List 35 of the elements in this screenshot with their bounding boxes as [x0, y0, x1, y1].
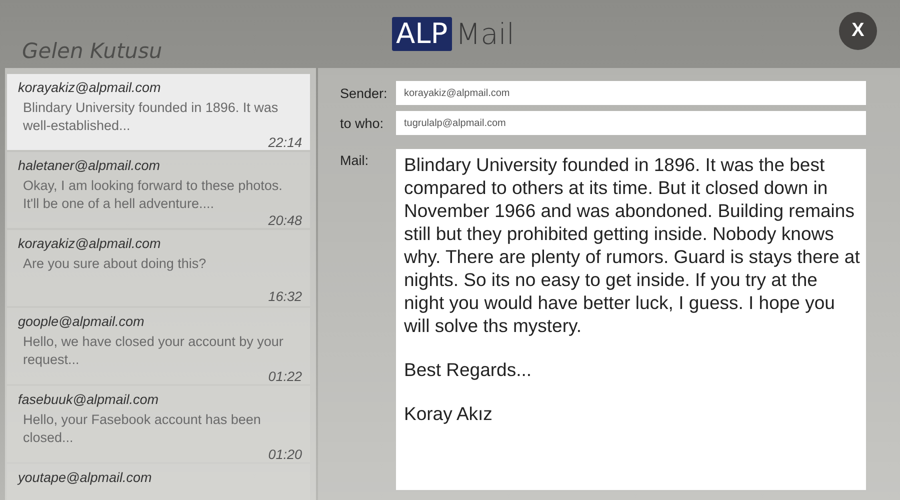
mail-label: Mail: [340, 153, 370, 168]
message-preview: Are you sure about doing this? [23, 255, 208, 273]
message-item[interactable]: youtape@alpmail.com [7, 464, 310, 500]
message-time: 01:20 [268, 447, 302, 462]
message-item[interactable]: goople@alpmail.com Hello, we have closed your account by your request... 01:22 [7, 308, 310, 384]
close-button[interactable]: X [839, 12, 877, 50]
message-item[interactable]: korayakiz@alpmail.com Are you sure about doing this? 16:32 [7, 230, 310, 306]
message-preview: Hello, your Fasebook account has been closed... [23, 411, 262, 447]
message-time: 16:32 [268, 289, 302, 304]
message-item[interactable]: korayakiz@alpmail.com Blindary University founded in 1896. It was well-established... 22:14 [7, 74, 310, 150]
inbox-title: Gelen Kutusu [22, 39, 164, 63]
message-item[interactable]: haletaner@alpmail.com Okay, I am looking forward to these photos. It'll be one of a hell adventure.... 20:48 [7, 152, 310, 228]
sender-email: korayakiz@alpmail.com [18, 80, 162, 95]
mail-paragraph: Koray Akız [404, 402, 494, 425]
sender-email: goople@alpmail.com [18, 314, 146, 329]
message-preview: Blindary University founded in 1896. It was well-established... [23, 99, 280, 135]
logo-text: Mail [456, 17, 515, 51]
sender-email: haletaner@alpmail.com [18, 158, 162, 173]
message-item[interactable]: fasebuuk@alpmail.com Hello, your Fasebook account has been closed... 01:20 [7, 386, 310, 462]
message-time: 22:14 [268, 135, 302, 150]
recipient-field[interactable]: tugrulalp@alpmail.com [396, 111, 866, 135]
recipient-label: to who: [340, 116, 385, 130]
mail-paragraph: Best Regards... [404, 358, 533, 381]
sender-label: Sender: [340, 86, 388, 100]
logo-badge: ALP [392, 17, 452, 51]
mail-paragraph: Blindary University founded in 1896. It was the best compared to others at its time. But it closed down in November 1966 and was abondoned. Building remains still but they prohibited getting inside. Nobody knows why. There are plenty of rumors. Guard is stays there at nights. So its no easy to get inside. If you try at the night you would have better luck, I guess. I hope you will solve ths mystery. [404, 153, 860, 337]
sender-email: fasebuuk@alpmail.com [18, 392, 160, 407]
message-preview: Hello, we have closed your account by your request... [23, 333, 284, 369]
message-preview: Okay, I am looking forward to these photos. It'll be one of a hell adventure.... [23, 177, 284, 213]
sender-field[interactable]: korayakiz@alpmail.com [396, 81, 866, 105]
mail-body-box[interactable] [396, 149, 866, 490]
sender-email: korayakiz@alpmail.com [18, 236, 162, 251]
message-time: 01:22 [268, 369, 302, 384]
sender-email: youtape@alpmail.com [18, 470, 153, 485]
message-time: 20:48 [268, 213, 302, 228]
